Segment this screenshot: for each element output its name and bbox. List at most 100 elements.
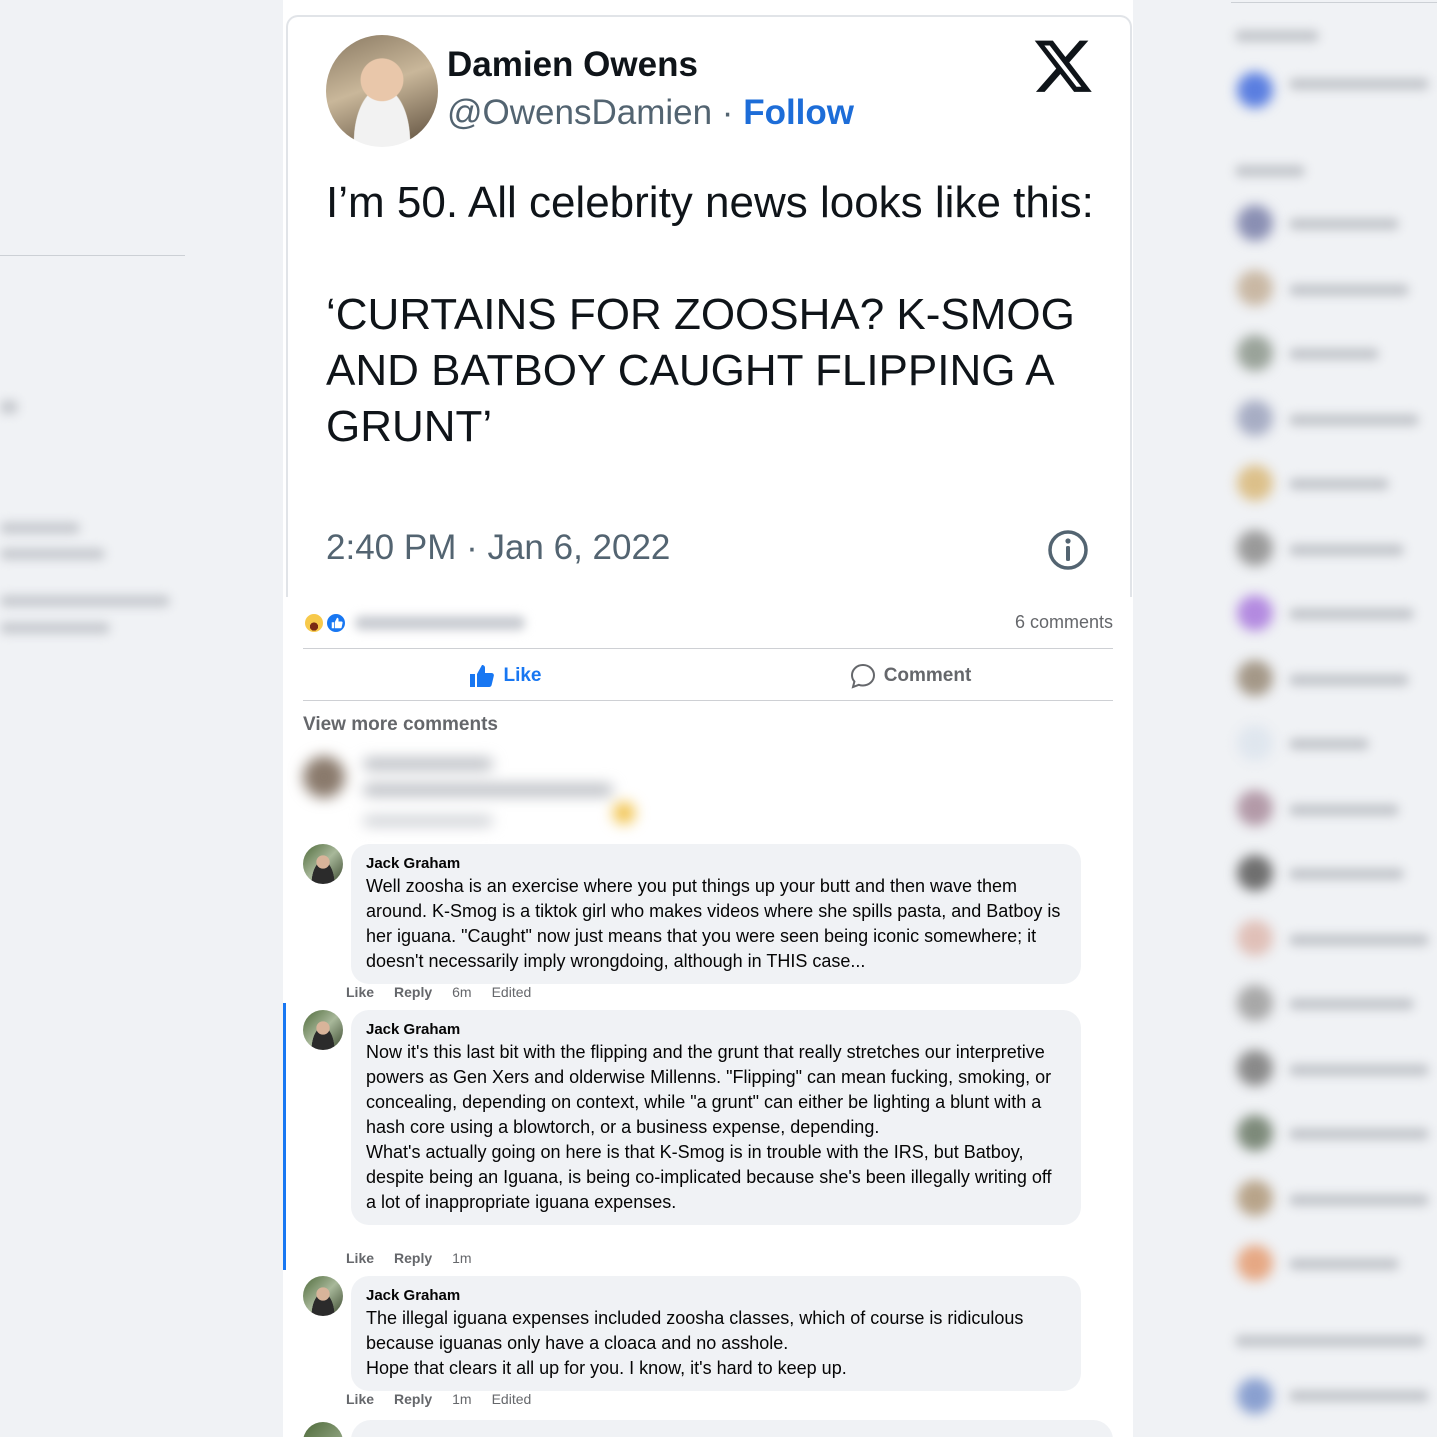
blurred-text: [1289, 1194, 1429, 1206]
view-more-comments-link[interactable]: View more comments: [303, 714, 498, 736]
divider: [303, 700, 1113, 701]
blurred-avatar[interactable]: [1237, 1115, 1273, 1151]
blurred-avatar[interactable]: [1237, 855, 1273, 891]
divider: [303, 648, 1113, 649]
comment-label: Comment: [883, 665, 972, 686]
blurred-avatar[interactable]: [1237, 920, 1273, 956]
blurred-avatar[interactable]: [1237, 400, 1273, 436]
blurred-avatar[interactable]: [1237, 465, 1273, 501]
tweet-author-name[interactable]: Damien Owens: [447, 45, 698, 85]
comment-reply-button[interactable]: Reply: [394, 1391, 432, 1407]
blurred-avatar[interactable]: [1237, 790, 1273, 826]
comment-button[interactable]: Comment: [708, 656, 1113, 696]
commenter-avatar[interactable]: [303, 844, 343, 884]
x-logo-icon[interactable]: [1034, 37, 1092, 95]
comment-time[interactable]: 1m: [452, 1391, 471, 1407]
handle-separator: ·: [712, 93, 744, 132]
blurred-avatar[interactable]: [1237, 985, 1273, 1021]
comment-like-button[interactable]: Like: [346, 1250, 374, 1266]
blurred-avatar[interactable]: [1237, 1050, 1273, 1086]
blurred-text: [1289, 218, 1399, 230]
blurred-text: [1289, 998, 1414, 1010]
blurred-text: [1289, 1390, 1429, 1402]
comment-bubble: Jack Graham Well zoosha is an exercise w…: [351, 844, 1081, 984]
blurred-text: [1289, 78, 1429, 90]
blurred-text: [1289, 1064, 1429, 1076]
blurred-avatar[interactable]: [1237, 660, 1273, 696]
blurred-avatar[interactable]: [1237, 530, 1273, 566]
comment-text: Well zoosha is an exercise where you put…: [366, 876, 1061, 971]
blurred-avatar[interactable]: [1237, 1180, 1273, 1216]
commenter-avatar[interactable]: [303, 1276, 343, 1316]
blurred-text: [1289, 868, 1404, 880]
embedded-tweet[interactable]: Damien Owens @OwensDamien · Follow I’m 5…: [286, 15, 1132, 597]
comment-actions: Like Reply 1m Edited: [346, 1391, 531, 1407]
comment-time[interactable]: 6m: [452, 984, 471, 1000]
blurred-avatar[interactable]: [1237, 595, 1273, 631]
reactors-names-blurred[interactable]: [355, 616, 525, 630]
left-divider: [0, 255, 185, 256]
blurred-text: [1289, 674, 1409, 686]
blurred-text: [363, 758, 493, 770]
comment-composer-input[interactable]: [351, 1420, 1113, 1437]
blurred-avatar[interactable]: [1237, 725, 1273, 761]
comment-time[interactable]: 1m: [452, 1250, 471, 1266]
blurred-heading: [1235, 30, 1319, 42]
right-sidebar-blurred: [1231, 0, 1437, 1437]
comment-bubble: Jack Graham The illegal iguana expenses …: [351, 1276, 1081, 1391]
comment-author[interactable]: Jack Graham: [366, 1287, 1065, 1304]
blurred-heading: [1235, 1335, 1425, 1347]
comment-author[interactable]: Jack Graham: [366, 1021, 1065, 1038]
comment-reply-button[interactable]: Reply: [394, 1250, 432, 1266]
reactions-row: 6 comments: [303, 612, 1113, 640]
composer-avatar: [303, 1422, 343, 1437]
like-reaction-icon[interactable]: [325, 612, 347, 634]
blurred-text: [1289, 284, 1409, 296]
tweet-author-avatar[interactable]: [326, 35, 438, 147]
feed-post: Damien Owens @OwensDamien · Follow I’m 5…: [283, 0, 1133, 1437]
blurred-avatar: [303, 756, 345, 798]
blurred-text: [1289, 544, 1404, 556]
comment-actions: Like Reply 1m: [346, 1250, 472, 1266]
blurred-text: [1289, 738, 1369, 750]
blurred-text: [0, 595, 170, 607]
comment-count[interactable]: 6 comments: [1015, 612, 1113, 633]
blurred-heading: [1235, 165, 1305, 177]
comment-edited: Edited: [491, 984, 532, 1000]
follow-link[interactable]: Follow: [743, 93, 854, 132]
tweet-handle-row: @OwensDamien · Follow: [447, 93, 854, 133]
blurred-comment: [303, 748, 643, 834]
left-sidebar-blurred: [0, 0, 283, 1437]
comment-edited: Edited: [491, 1391, 532, 1407]
comment-actions: Like Reply 6m Edited: [346, 984, 531, 1000]
blurred-text: [0, 400, 18, 414]
comment-like-button[interactable]: Like: [346, 1391, 374, 1407]
blurred-avatar: [1237, 72, 1273, 108]
comment-text-paragraph: What's actually going on here is that K-…: [366, 1142, 1052, 1212]
blurred-emoji: [613, 802, 635, 824]
comment-text-paragraph: Hope that clears it all up for you. I kn…: [366, 1358, 847, 1378]
comment-bubble-icon: [850, 663, 875, 689]
comment-reply-button[interactable]: Reply: [394, 984, 432, 1000]
comment-like-button[interactable]: Like: [346, 984, 374, 1000]
blurred-avatar[interactable]: [1237, 1245, 1273, 1281]
thumbs-up-icon: [470, 665, 495, 687]
blurred-avatar[interactable]: [1237, 205, 1273, 241]
blurred-avatar[interactable]: [1237, 1378, 1273, 1414]
commenter-avatar[interactable]: [303, 1010, 343, 1050]
info-icon[interactable]: [1046, 528, 1090, 572]
blurred-text: [0, 622, 110, 634]
blurred-avatar[interactable]: [1237, 335, 1273, 371]
tweet-text: I’m 50. All celebrity news looks like th…: [326, 178, 1094, 451]
blurred-text: [1289, 934, 1429, 946]
right-divider: [1231, 2, 1437, 3]
thread-highlight-line: [283, 1003, 286, 1270]
comment-author[interactable]: Jack Graham: [366, 855, 1065, 872]
haha-reaction-icon[interactable]: [303, 612, 325, 634]
blurred-text: [0, 548, 105, 560]
tweet-timestamp[interactable]: 2:40 PM · Jan 6, 2022: [326, 528, 670, 568]
blurred-text: [1289, 414, 1419, 426]
tweet-handle[interactable]: @OwensDamien: [447, 93, 712, 132]
blurred-avatar[interactable]: [1237, 270, 1273, 306]
like-button[interactable]: Like: [303, 656, 708, 696]
